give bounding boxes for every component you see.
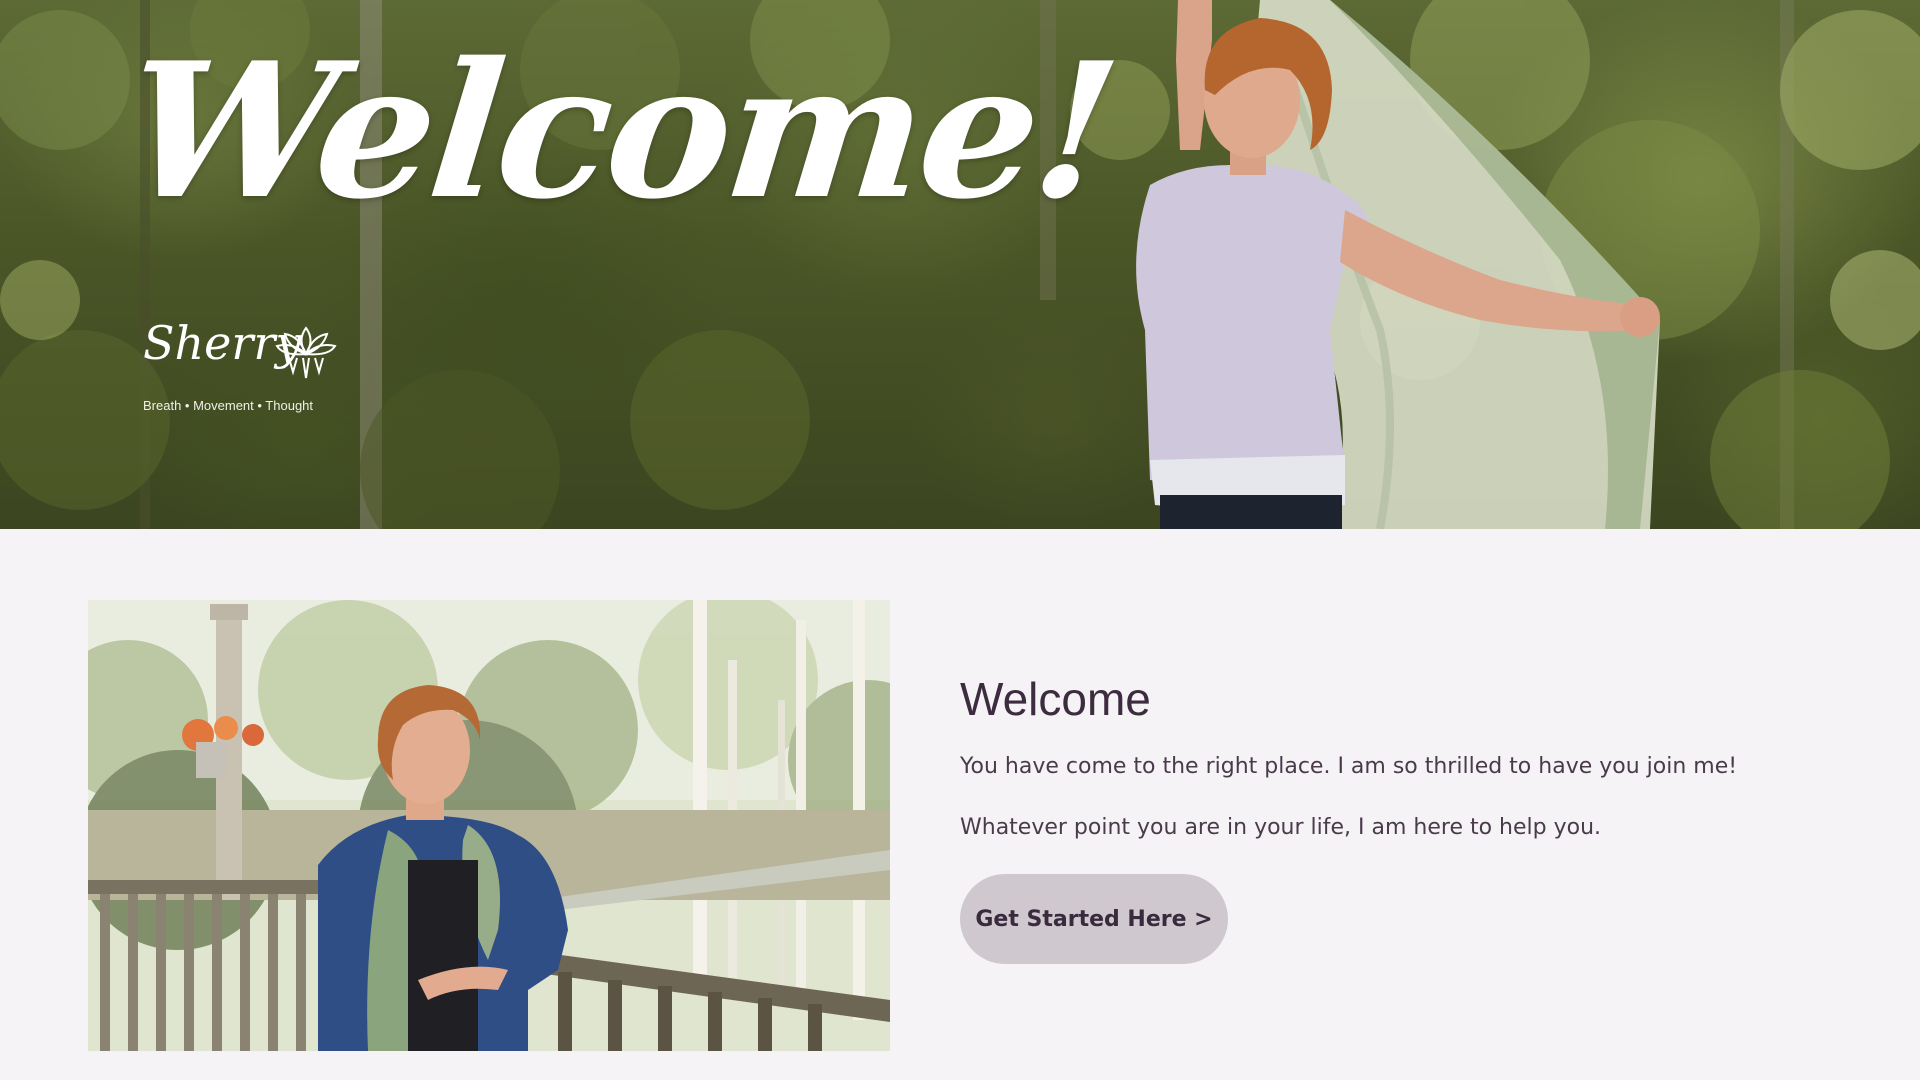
hero-welcome-title: Welcome!	[116, 21, 1125, 240]
intro-paragraph-1: You have come to the right place. I am s…	[960, 754, 1738, 780]
lotus-icon	[275, 326, 337, 379]
hero-banner: Welcome! Sherry Breath • Movement • Thou…	[0, 0, 1920, 529]
brand-tagline: Breath • Movement • Thought	[143, 398, 314, 413]
intro-paragraph-2: Whatever point you are in your life, I a…	[960, 814, 1602, 840]
intro-photo-scene	[88, 600, 890, 1051]
get-started-button[interactable]: Get Started Here >	[960, 874, 1228, 965]
intro-text: Welcome You have come to the right place…	[960, 672, 1860, 965]
brand-logo[interactable]: Sherry Breath • Movement • Thought	[143, 320, 363, 420]
intro-heading: Welcome	[960, 673, 1151, 725]
intro-photo	[88, 600, 890, 1051]
